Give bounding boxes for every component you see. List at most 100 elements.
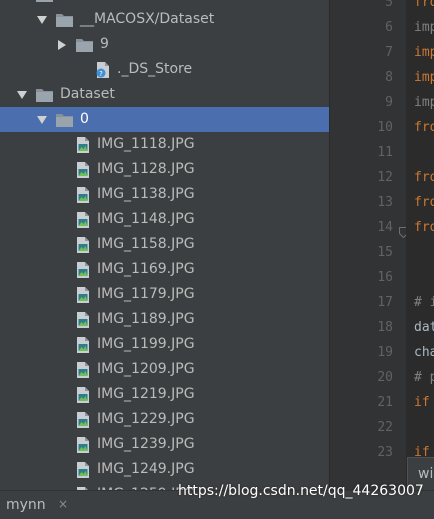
line-number: 13 xyxy=(343,190,406,215)
line-number-text: 5 xyxy=(385,0,393,10)
folder-icon xyxy=(76,32,93,57)
tree-file-row[interactable]: IMG_1239.JPG xyxy=(0,432,329,457)
image-file-icon xyxy=(76,132,90,157)
tab-mynn[interactable]: mynn xyxy=(6,491,46,519)
code-line: imp xyxy=(414,70,434,85)
line-number-text: 18 xyxy=(377,320,393,335)
folder-icon xyxy=(36,0,53,7)
tree-item-label: IMG_1209.JPG xyxy=(97,361,195,377)
image-file-icon xyxy=(76,357,90,382)
code-line: # i xyxy=(414,295,434,310)
image-file-icon xyxy=(76,332,90,357)
line-number-text: 17 xyxy=(377,295,393,310)
line-number: 19 xyxy=(343,340,406,365)
tree-item-label: IMG_1148.JPG xyxy=(97,211,195,227)
line-number: 14 xyxy=(343,215,408,240)
chevron-down-icon[interactable] xyxy=(16,0,28,7)
line-number-text: 13 xyxy=(377,195,393,210)
line-number-text: 16 xyxy=(377,270,393,285)
tree-item-label: IMG_1128.JPG xyxy=(97,161,195,177)
line-number-text: 19 xyxy=(377,345,393,360)
code-editor[interactable]: fro imp imp imp imp fro fro fro fro # i dat cha # p i… xyxy=(406,0,434,490)
line-number: 7 xyxy=(343,40,406,65)
chevron-down-icon[interactable] xyxy=(36,7,48,32)
svg-text:?: ? xyxy=(99,70,103,78)
line-number-text: 9 xyxy=(385,95,393,110)
tree-item-label: IMG_1229.JPG xyxy=(97,411,195,427)
line-number: 15 xyxy=(343,240,406,265)
tree-folder-row[interactable]: 9 xyxy=(0,32,329,57)
line-number: 22 xyxy=(343,415,406,440)
folder-icon xyxy=(36,82,53,107)
tree-file-row[interactable]: IMG_1219.JPG xyxy=(0,382,329,407)
image-file-icon xyxy=(76,407,90,432)
code-line: fro xyxy=(414,195,434,210)
code-line: imp xyxy=(414,95,434,110)
line-number-text: 20 xyxy=(377,370,393,385)
line-number-text: 7 xyxy=(385,45,393,60)
chevron-right-icon[interactable] xyxy=(56,32,68,57)
line-number: 5 xyxy=(343,0,406,15)
tree-item-label: IMG_1249.JPG xyxy=(97,461,195,477)
line-number: 21 xyxy=(343,390,406,415)
tree-item-label: __MACOSX/Dataset xyxy=(80,11,215,27)
project-tree: __MACOSX/Dataset 9? ._DS_Store Dataset 0 IMG_… xyxy=(0,0,329,490)
image-file-icon xyxy=(76,182,90,207)
tree-item-label: IMG_1199.JPG xyxy=(97,336,195,352)
image-file-icon xyxy=(76,282,90,307)
line-number-text: 10 xyxy=(377,120,393,135)
line-number-text: 22 xyxy=(377,420,393,435)
tree-item-label: IMG_1239.JPG xyxy=(97,436,195,452)
tree-file-row[interactable]: IMG_1199.JPG xyxy=(0,332,329,357)
code-line: # p xyxy=(414,370,434,385)
tree-folder-row[interactable]: __MACOSX/Dataset xyxy=(0,7,329,32)
tree-file-row[interactable]: IMG_1169.JPG xyxy=(0,257,329,282)
tree-item-label: IMG_1158.JPG xyxy=(97,236,195,252)
tree-item-label: IMG_1138.JPG xyxy=(97,186,195,202)
tree-file-row[interactable]: IMG_1209.JPG xyxy=(0,357,329,382)
line-number-text: 8 xyxy=(385,70,393,85)
tree-file-row[interactable]: IMG_1148.JPG xyxy=(0,207,329,232)
chevron-down-icon[interactable] xyxy=(16,82,28,107)
line-number: 12 xyxy=(343,165,406,190)
tree-folder-row[interactable]: Dataset xyxy=(0,82,329,107)
line-number-text: 15 xyxy=(377,245,393,260)
chevron-down-icon[interactable] xyxy=(36,107,48,132)
tree-file-row[interactable]: IMG_1249.JPG xyxy=(0,457,329,482)
tree-item-label: IMG_1219.JPG xyxy=(97,386,195,402)
tree-folder-row[interactable]: 0 xyxy=(0,107,329,132)
image-file-icon xyxy=(76,207,90,232)
code-line: if xyxy=(414,395,430,410)
line-number: 18 xyxy=(343,315,406,340)
tab-close-icon[interactable]: × xyxy=(58,497,68,511)
tree-item-label: IMG_1169.JPG xyxy=(97,261,195,277)
tree-folder-row[interactable] xyxy=(0,0,329,7)
line-number: 9 xyxy=(343,90,406,115)
code-line: fro xyxy=(414,170,434,185)
image-file-icon xyxy=(76,157,90,182)
completion-popup-text: wi xyxy=(418,466,434,482)
tree-file-row[interactable]: IMG_1118.JPG xyxy=(0,132,329,157)
tree-file-row[interactable]: IMG_1189.JPG xyxy=(0,307,329,332)
line-number: 10 xyxy=(343,115,406,140)
code-line: fro xyxy=(414,120,434,135)
tree-file-row[interactable]: IMG_1128.JPG xyxy=(0,157,329,182)
tree-file-row[interactable]: IMG_1179.JPG xyxy=(0,282,329,307)
line-number-text: 12 xyxy=(377,170,393,185)
tree-file-row[interactable]: ? ._DS_Store xyxy=(0,57,329,82)
tree-file-row[interactable]: IMG_1158.JPG xyxy=(0,232,329,257)
folder-icon xyxy=(56,107,73,132)
tree-item-label: ._DS_Store xyxy=(117,61,193,77)
line-number-text: 21 xyxy=(377,395,393,410)
tree-file-row[interactable]: IMG_1138.JPG xyxy=(0,182,329,207)
tree-file-row[interactable]: IMG_1229.JPG xyxy=(0,407,329,432)
tree-item-label: IMG_1118.JPG xyxy=(97,136,195,152)
project-tree-panel: __MACOSX/Dataset 9? ._DS_Store Dataset 0 IMG_… xyxy=(0,0,329,490)
line-number: 11 xyxy=(343,140,406,165)
line-number: 20 xyxy=(343,365,406,390)
tree-item-label: IMG_1189.JPG xyxy=(97,311,195,327)
line-number-text: 14 xyxy=(377,220,393,235)
